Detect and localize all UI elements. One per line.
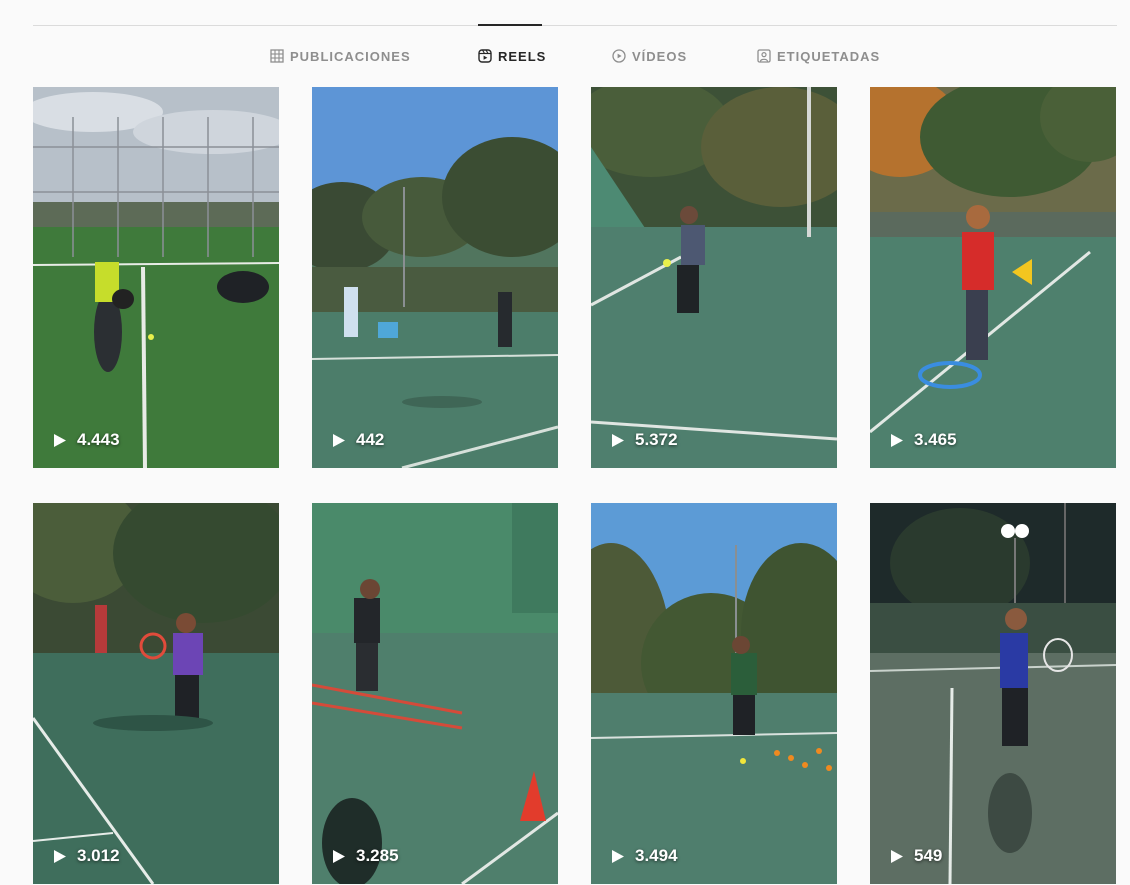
- play-circle-icon: [612, 49, 626, 63]
- tab-label: REELS: [498, 48, 547, 64]
- reel-image: [591, 87, 837, 468]
- view-count-value: 4.443: [77, 430, 120, 449]
- view-count: 442: [332, 430, 384, 450]
- reel-image: [591, 503, 837, 884]
- view-count-value: 5.372: [635, 430, 678, 449]
- view-count-value: 3.012: [77, 846, 120, 865]
- reel-thumbnail[interactable]: 442: [312, 87, 558, 468]
- active-tab-indicator: [478, 24, 542, 26]
- profile-content: PUBLICACIONES REELS VÍDEOS ETIQUETADAS 4…: [0, 0, 1130, 885]
- view-count: 3.465: [890, 430, 957, 450]
- play-icon: [333, 433, 345, 447]
- reel-thumbnail[interactable]: 3.285: [312, 503, 558, 884]
- view-count: 3.285: [332, 846, 399, 866]
- tab-label: ETIQUETADAS: [777, 48, 881, 64]
- play-icon: [54, 433, 66, 447]
- view-count: 3.012: [53, 846, 120, 866]
- tab-divider: [33, 25, 1117, 26]
- tab-label: VÍDEOS: [632, 48, 688, 64]
- play-icon: [612, 433, 624, 447]
- view-count-value: 3.494: [635, 846, 678, 865]
- tab-videos[interactable]: VÍDEOS: [612, 45, 687, 67]
- view-count: 4.443: [53, 430, 120, 450]
- view-count-value: 3.465: [914, 430, 957, 449]
- tagged-icon: [757, 49, 771, 63]
- reel-image: [870, 503, 1116, 884]
- play-icon: [891, 849, 903, 863]
- tab-publicaciones[interactable]: PUBLICACIONES: [270, 45, 411, 67]
- view-count: 3.494: [611, 846, 678, 866]
- play-icon: [891, 433, 903, 447]
- reel-image: [870, 87, 1116, 468]
- profile-tabs: PUBLICACIONES REELS VÍDEOS ETIQUETADAS: [0, 45, 1130, 69]
- reel-thumbnail[interactable]: 3.012: [33, 503, 279, 884]
- tab-reels[interactable]: REELS: [478, 45, 546, 67]
- view-count-value: 3.285: [356, 846, 399, 865]
- reel-thumbnail[interactable]: 3.494: [591, 503, 837, 884]
- reel-image: [312, 503, 558, 884]
- view-count-value: 549: [914, 846, 943, 865]
- view-count-value: 442: [356, 430, 385, 449]
- reel-image: [33, 87, 279, 468]
- grid-icon: [270, 49, 284, 63]
- reel-image: [312, 87, 558, 468]
- tab-etiquetadas[interactable]: ETIQUETADAS: [757, 45, 880, 67]
- reel-image: [33, 503, 279, 884]
- view-count: 549: [890, 846, 942, 866]
- view-count: 5.372: [611, 430, 678, 450]
- reels-icon: [478, 49, 492, 63]
- reel-thumbnail[interactable]: 3.465: [870, 87, 1116, 468]
- tab-label: PUBLICACIONES: [290, 48, 411, 64]
- play-icon: [54, 849, 66, 863]
- reel-thumbnail[interactable]: 549: [870, 503, 1116, 884]
- play-icon: [333, 849, 345, 863]
- reel-thumbnail[interactable]: 4.443: [33, 87, 279, 468]
- reel-thumbnail[interactable]: 5.372: [591, 87, 837, 468]
- play-icon: [612, 849, 624, 863]
